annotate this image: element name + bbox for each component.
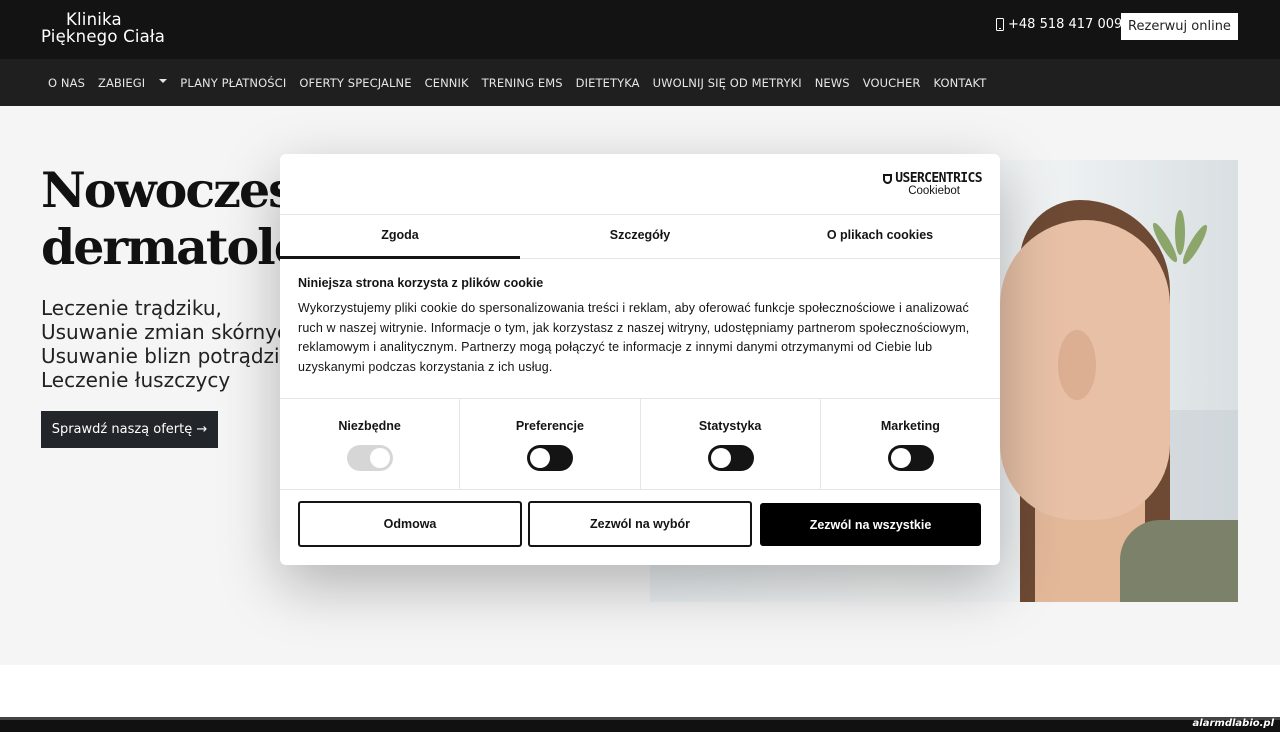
toggle-marketing: Marketing (821, 399, 1000, 489)
check-offer-button[interactable]: Sprawdź naszą ofertę → (41, 411, 218, 448)
dialog-text: Wykorzystujemy pliki cookie do spersonal… (298, 301, 970, 374)
nav-item-voucher[interactable]: VOUCHER (863, 76, 921, 90)
hero-title: Nowoczesn dermatolog (41, 162, 291, 276)
deny-button[interactable]: Odmowa (298, 501, 522, 547)
hero-title-line-2: dermatolog (41, 218, 291, 276)
consent-toggles: Niezbędne Preferencje Statystyka Marketi… (280, 398, 1000, 490)
check-offer-label: Sprawdź naszą ofertę (51, 422, 193, 437)
arrow-right-icon: → (196, 422, 208, 437)
dialog-title: Niniejsza strona korzysta z plików cooki… (298, 276, 544, 290)
necessary-switch (347, 445, 393, 471)
nav-item-cennik[interactable]: CENNIK (425, 76, 469, 90)
caret-down-icon[interactable] (159, 79, 168, 83)
nav-item-trening-ems[interactable]: TRENING EMS (482, 76, 563, 90)
toggle-necessary: Niezbędne (280, 399, 461, 489)
logo-line-1: Klinika (66, 10, 122, 29)
nav-item-uwolnij-sie[interactable]: UWOLNIJ SIĘ OD METRYKI (653, 76, 802, 90)
dialog-header: USERCENTRICS Cookiebot (280, 154, 1000, 215)
nav-item-dietetyka[interactable]: DIETETYKA (576, 76, 640, 90)
statistics-switch[interactable] (707, 445, 754, 471)
preferences-switch[interactable] (527, 445, 574, 471)
toggle-statistics: Statystyka (641, 399, 821, 489)
list-item: Leczenie łuszczycy (41, 368, 231, 392)
book-online-button[interactable]: Rezerwuj online (1121, 13, 1238, 40)
phone-icon (996, 18, 1004, 31)
dialog-buttons: Odmowa Zezwól na wybór Zezwól na wszystk… (298, 501, 982, 547)
brand-name: USERCENTRICS (895, 171, 982, 186)
toggle-label: Marketing (880, 419, 940, 433)
nav-item-oferty-specjalne[interactable]: OFERTY SPECJALNE (299, 76, 411, 90)
toggle-label: Statystyka (698, 419, 762, 433)
phone-number: +48 518 417 009 (1008, 17, 1123, 32)
dialog-tabs: Zgoda Szczegóły O plikach cookies (280, 214, 1000, 259)
allow-selection-button[interactable]: Zezwól na wybór (528, 501, 752, 547)
toggle-label: Niezbędne (338, 419, 401, 433)
watermark: alarmdlabio.pl (1192, 718, 1274, 729)
toggle-preferences: Preferencje (460, 399, 641, 489)
tab-o-plikach-cookies[interactable]: O plikach cookies (760, 214, 1000, 258)
shield-icon (883, 173, 893, 184)
bottom-strip (0, 717, 1280, 732)
nav-item-plany-platnosci[interactable]: PLANY PŁATNOŚCI (180, 76, 286, 90)
woman-ear (1058, 330, 1096, 400)
nav-item-zabiegi-label: ZABIEGI (97, 75, 146, 90)
allow-all-button[interactable]: Zezwól na wszystkie (760, 503, 981, 546)
woman-shirt (1120, 520, 1238, 602)
hero-services-list: Leczenie trądziku, Usuwanie zmian skórny… (41, 296, 281, 392)
nav-item-kontakt[interactable]: KONTAKT (933, 76, 986, 90)
list-item: Usuwanie zmian skórnyc (41, 320, 281, 344)
site-logo[interactable]: Klinika Pięknego Ciała (41, 11, 165, 45)
phone-link[interactable]: +48 518 417 009 (996, 17, 1122, 32)
list-item: Leczenie trądziku, (41, 296, 222, 320)
marketing-switch[interactable] (887, 445, 934, 471)
logo-line-2: Pięknego Ciała (41, 27, 166, 46)
hero-title-line-1: Nowoczesn (41, 162, 291, 219)
toggle-label: Preferencje (515, 419, 584, 433)
nav-item-news[interactable]: NEWS (815, 76, 850, 90)
main-nav: O NAS ZABIEGI PLANY PŁATNOŚCI OFERTY SPE… (0, 59, 1280, 106)
nav-item-o-nas[interactable]: O NAS (48, 76, 85, 90)
cookiebot-logo[interactable]: USERCENTRICS Cookiebot (883, 171, 983, 197)
cookie-consent-dialog: USERCENTRICS Cookiebot Zgoda Szczegóły O… (280, 154, 1000, 565)
dialog-body: Niniejsza strona korzysta z plików cooki… (298, 276, 982, 377)
brand-sub: Cookiebot (908, 185, 960, 197)
top-header: Klinika Pięknego Ciała +48 518 417 009 R… (0, 0, 1280, 59)
list-item: Usuwanie blizn potrądzi (41, 344, 280, 368)
tab-szczegoly[interactable]: Szczegóły (520, 214, 760, 258)
tab-zgoda[interactable]: Zgoda (280, 214, 520, 259)
nav-item-zabiegi[interactable]: ZABIEGI (97, 75, 168, 90)
